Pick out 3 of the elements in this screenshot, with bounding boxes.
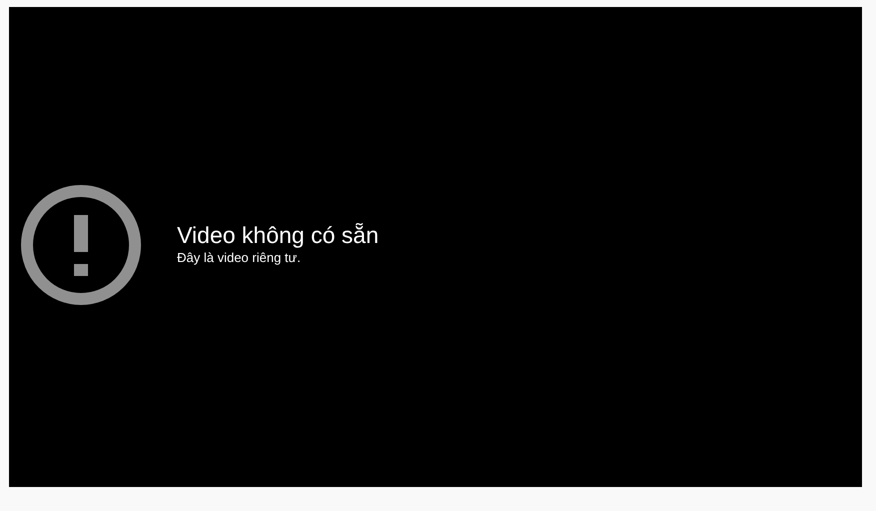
error-title: Video không có sẵn (177, 221, 379, 249)
warning-icon (21, 183, 141, 307)
error-reason: Đây là video riêng tư. (177, 249, 302, 267)
